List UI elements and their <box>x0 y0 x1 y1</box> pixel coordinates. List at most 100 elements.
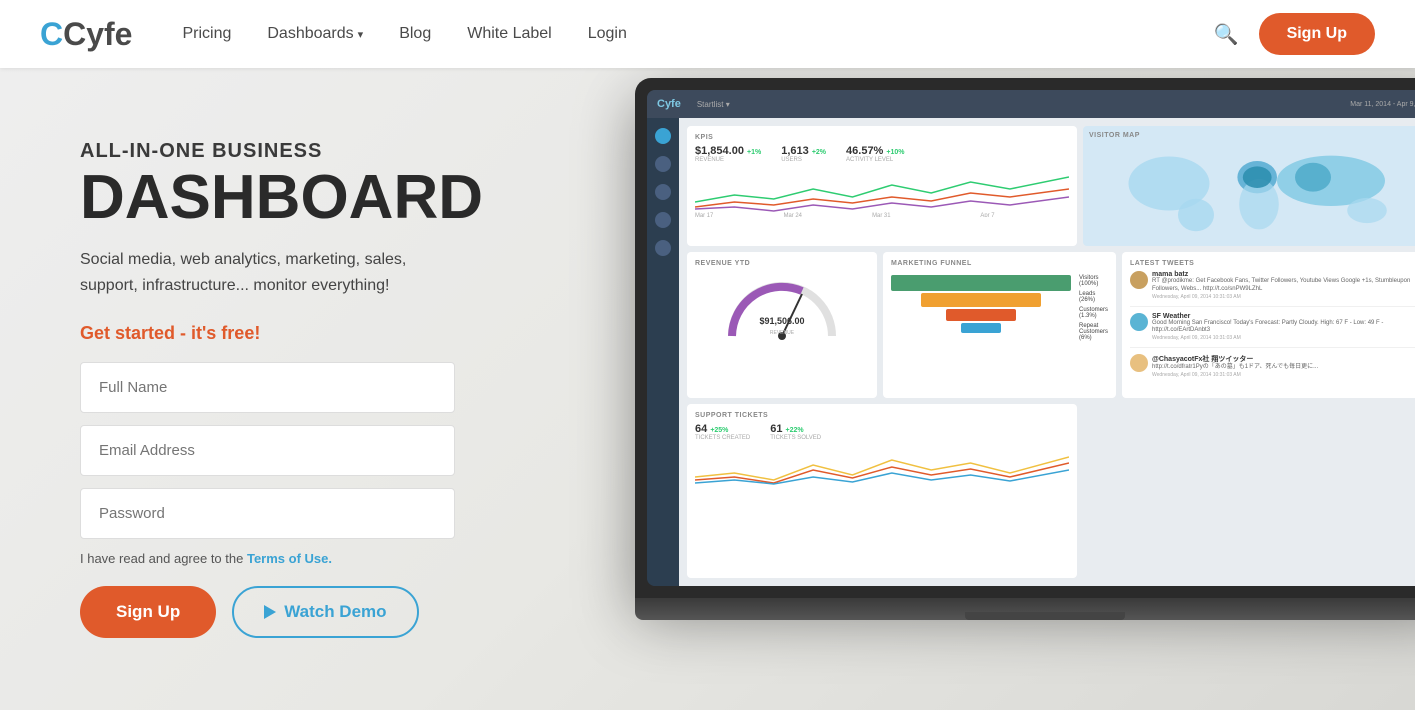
latest-tweets-title: LATEST TWEETS <box>1130 260 1415 267</box>
funnel-bar-customers <box>946 309 1016 321</box>
support-solved: 61 +22% TICKETS SOLVED <box>770 423 821 441</box>
funnel-bar-leads <box>921 293 1041 307</box>
funnel-legend-visitors: Visitors (100%) <box>1079 275 1108 287</box>
tweet-3-time: Wednesday, April 09, 2014 10:31:03 AM <box>1152 372 1318 378</box>
tweet-1: mama batz RT @prodikme: Get Facebook Fan… <box>1130 271 1415 307</box>
hero-buttons: Sign Up Watch Demo <box>80 586 450 638</box>
kpi-row: $1,854.00 +1% REVENUE 1,613 <box>695 145 1069 163</box>
kpi-activity: 46.57% +10% ACTIVITY LEVEL <box>846 145 904 163</box>
dash-row-3: SUPPORT TICKETS 64 +25% TICKETS CREATED <box>687 404 1415 578</box>
svg-text:$91,506.00: $91,506.00 <box>759 316 804 326</box>
terms-text: I have read and agree to the Terms of Us… <box>80 551 450 566</box>
fullname-input[interactable] <box>80 362 455 413</box>
tweet-3: @ChasyacotFx社 翔ツイッター http://t.co/dfratr1… <box>1130 354 1415 384</box>
logo[interactable]: CCyfe <box>40 16 132 53</box>
support-created: 64 +25% TICKETS CREATED <box>695 423 750 441</box>
laptop-screen: Cyfe Startlist ▾ Mar 11, 2014 - Apr 9, 2… <box>647 90 1415 586</box>
visitor-map-title: VISITOR MAP <box>1089 132 1415 139</box>
funnel-legend-customers: Customers (1.3%) <box>1079 307 1108 319</box>
email-group <box>80 425 450 476</box>
marketing-funnel-title: MARKETING FUNNEL <box>891 260 1108 267</box>
svg-text:Mar 31: Mar 31 <box>872 213 891 217</box>
support-kpis: 64 +25% TICKETS CREATED 61 <box>695 423 1069 441</box>
password-group <box>80 488 450 539</box>
search-icon: 🔍 <box>1214 24 1239 46</box>
kpi-users-value: 1,613 +2% <box>781 145 826 157</box>
tweet-2-time: Wednesday, April 09, 2014 10:31:03 AM <box>1152 335 1415 341</box>
support-tickets-widget: SUPPORT TICKETS 64 +25% TICKETS CREATED <box>687 404 1077 578</box>
kpi-revenue-value: $1,854.00 +1% <box>695 145 761 157</box>
chevron-down-icon: ▾ <box>358 28 364 41</box>
funnel-bars <box>891 271 1071 341</box>
navigation: CCyfe Pricing Dashboards ▾ Blog White La… <box>0 0 1415 68</box>
svg-text:Mar 24: Mar 24 <box>784 213 803 217</box>
laptop-mockup: Cyfe Startlist ▾ Mar 11, 2014 - Apr 9, 2… <box>635 78 1415 658</box>
tweet-3-name: @ChasyacotFx社 翔ツイッター <box>1152 354 1318 364</box>
logo-text-rest: Cyfe <box>63 16 132 52</box>
dash-body: KPIS $1,854.00 +1% REVENUE <box>647 118 1415 586</box>
visitor-map-widget: VISITOR MAP <box>1083 126 1415 246</box>
funnel-content: Visitors (100%) Leads (26%) Customers (1… <box>891 271 1108 341</box>
dash-empty <box>1083 404 1415 578</box>
nav-right: 🔍 Sign Up <box>1214 13 1375 55</box>
tweet-1-text: RT @prodikme: Get Facebook Fans, Twitter… <box>1152 278 1415 294</box>
latest-tweets-widget: LATEST TWEETS mama batz RT @prodikme: Ge… <box>1122 252 1415 398</box>
svg-text:Mar 17: Mar 17 <box>695 213 713 217</box>
terms-link[interactable]: Terms of Use. <box>247 551 332 566</box>
nav-dashboards[interactable]: Dashboards ▾ <box>267 25 363 43</box>
tweet-1-time: Wednesday, April 09, 2014 10:31:03 AM <box>1152 294 1415 300</box>
tweet-2-text: Good Morning San Francisco! Today's Fore… <box>1152 320 1415 336</box>
sidebar-icon-help <box>655 212 671 228</box>
hero-right: Cyfe Startlist ▾ Mar 11, 2014 - Apr 9, 2… <box>500 68 1415 710</box>
funnel-bar-repeat <box>961 323 1001 333</box>
password-input[interactable] <box>80 488 455 539</box>
kpi-revenue: $1,854.00 +1% REVENUE <box>695 145 761 163</box>
hero-title: DASHBOARD <box>80 167 450 229</box>
svg-text:REVENUE: REVENUE <box>770 330 795 336</box>
hero-description: Social media, web analytics, marketing, … <box>80 247 450 298</box>
sidebar-icon-user <box>655 156 671 172</box>
tweet-2: SF Weather Good Morning San Francisco! T… <box>1130 313 1415 349</box>
hero-cta-text: Get started - it's free! <box>80 323 450 344</box>
funnel-legend-repeat: Repeat Customers (6%) <box>1079 323 1108 341</box>
search-button[interactable]: 🔍 <box>1214 22 1239 47</box>
kpi-activity-value: 46.57% +10% <box>846 145 904 157</box>
dash-sidebar <box>647 118 679 586</box>
dash-logo: Cyfe <box>657 98 681 110</box>
hero-subtitle: ALL-IN-ONE BUSINESS <box>80 140 450 163</box>
logo-c: C <box>40 16 63 52</box>
laptop-base <box>635 598 1415 620</box>
hero-signup-button[interactable]: Sign Up <box>80 586 216 638</box>
world-map-svg <box>1089 143 1415 233</box>
play-icon <box>264 605 276 619</box>
watch-demo-button[interactable]: Watch Demo <box>232 586 418 638</box>
svg-text:Apr 7: Apr 7 <box>980 213 994 217</box>
email-input[interactable] <box>80 425 455 476</box>
funnel-legend-leads: Leads (26%) <box>1079 291 1108 303</box>
sidebar-icon-home <box>655 128 671 144</box>
nav-links: Pricing Dashboards ▾ Blog White Label Lo… <box>182 25 1213 43</box>
dash-row-1: KPIS $1,854.00 +1% REVENUE <box>687 126 1415 246</box>
nav-signup-button[interactable]: Sign Up <box>1259 13 1375 55</box>
tweet-1-name: mama batz <box>1152 271 1415 278</box>
hero-section: ALL-IN-ONE BUSINESS DASHBOARD Social med… <box>0 68 1415 710</box>
dash-content: KPIS $1,854.00 +1% REVENUE <box>679 118 1415 586</box>
tweet-2-name: SF Weather <box>1152 313 1415 320</box>
kpi-chart: Mar 17 Mar 24 Mar 31 Apr 7 <box>695 167 1069 217</box>
fullname-group <box>80 362 450 413</box>
nav-blog[interactable]: Blog <box>399 25 431 43</box>
hero-left: ALL-IN-ONE BUSINESS DASHBOARD Social med… <box>0 68 500 710</box>
tweet-3-text: http://t.co/dfratr1Pyの「あの墓」も1ドア、死んでも毎日更に… <box>1152 364 1318 372</box>
dash-header: Cyfe Startlist ▾ Mar 11, 2014 - Apr 9, 2… <box>647 90 1415 118</box>
nav-pricing[interactable]: Pricing <box>182 25 231 43</box>
nav-login[interactable]: Login <box>588 25 627 43</box>
revenue-ytd-widget: REVENUE YTD <box>687 252 877 398</box>
sidebar-icon-power <box>655 240 671 256</box>
tweet-1-avatar <box>1130 271 1148 289</box>
gauge-chart: $91,506.00 REVENUE <box>695 271 869 341</box>
dash-row-2: REVENUE YTD <box>687 252 1415 398</box>
tweet-2-avatar <box>1130 313 1148 331</box>
kpi-widget-title: KPIS <box>695 134 1069 141</box>
nav-white-label[interactable]: White Label <box>467 25 552 43</box>
kpi-users: 1,613 +2% USERS <box>781 145 826 163</box>
